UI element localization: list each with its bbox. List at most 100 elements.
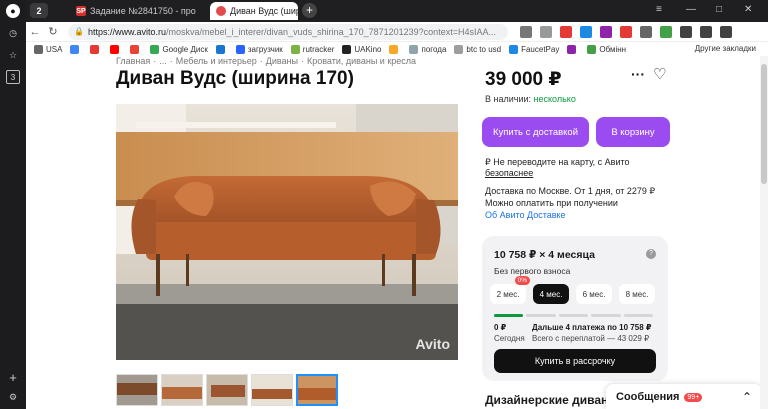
bookmark-item[interactable] xyxy=(130,44,142,54)
tab-count-badge[interactable]: 2 xyxy=(30,3,48,18)
bookmark-icon xyxy=(110,44,120,54)
bookmark-item[interactable]: UAKino xyxy=(342,44,382,54)
photo-thumbnail[interactable] xyxy=(206,374,248,406)
payment-next-value: Дальше 4 платежа по 10 758 ₽ xyxy=(532,323,652,332)
bookmark-item[interactable]: btc to usd xyxy=(454,44,501,54)
term-label: 8 мес. xyxy=(625,289,649,299)
extension-icon[interactable] xyxy=(620,25,632,38)
buy-installment-button[interactable]: Купить в рассрочку xyxy=(494,349,656,373)
reload-icon[interactable]: ↻ xyxy=(44,25,62,38)
payment-today-label: Сегодня xyxy=(494,334,525,343)
extension-icon[interactable] xyxy=(560,25,572,38)
bookmark-item[interactable]: Обмінн xyxy=(587,44,626,54)
back-icon[interactable]: ← xyxy=(26,26,44,38)
installment-term-option[interactable]: 4 мес. xyxy=(533,284,569,304)
installment-term-option[interactable]: 8 мес. xyxy=(619,284,655,304)
photo-thumbnails xyxy=(116,374,341,406)
lock-icon: 🔒 xyxy=(74,27,84,36)
url-field[interactable]: 🔒 https://www.avito.ru /moskva/mebel_i_i… xyxy=(68,23,508,40)
safety-warning: ₽ Не переводите на карту, с Авито xyxy=(485,157,630,167)
messages-widget[interactable]: Сообщения 99+ ⌃ xyxy=(606,384,762,409)
bookmark-icon xyxy=(34,44,43,54)
bookmark-item[interactable] xyxy=(567,44,579,54)
bookmark-label: UAKino xyxy=(354,44,382,54)
avito-delivery-link[interactable]: Об Авито Доставке xyxy=(485,210,566,220)
tab-menu-icon[interactable]: ≡ xyxy=(656,4,662,15)
extension-icon[interactable] xyxy=(640,25,652,38)
tab-label: Задание №2841750 - про xyxy=(90,6,196,16)
breadcrumb-item[interactable]: ... xyxy=(159,56,167,66)
breadcrumb-separator: · xyxy=(153,56,157,66)
extension-icon[interactable] xyxy=(700,25,712,38)
bookmark-item[interactable] xyxy=(389,44,401,54)
breadcrumb-item[interactable]: Мебель и интерьер xyxy=(176,56,257,66)
product-photo[interactable]: Avito xyxy=(116,104,458,360)
extension-icon[interactable] xyxy=(580,25,592,38)
url-host: https://www.avito.ru xyxy=(87,26,166,37)
installment-term-option[interactable]: 2 мес. 0% xyxy=(490,276,530,304)
maximize-icon[interactable]: □ xyxy=(716,4,722,15)
delivery-info: Доставка по Москве. От 1 дня, от 2279 ₽ xyxy=(485,186,656,196)
tabs-count-icon[interactable]: 3 xyxy=(6,70,20,84)
bookmark-icon xyxy=(389,44,399,54)
history-icon[interactable]: ◷ xyxy=(6,26,20,40)
payment-info: Можно оплатить при получении xyxy=(485,198,618,208)
photo-thumbnail-selected[interactable] xyxy=(296,374,338,406)
avito-icon xyxy=(216,6,226,16)
favorite-heart-icon[interactable]: ♡ xyxy=(653,65,666,83)
breadcrumb-separator: · xyxy=(259,56,263,66)
more-options-icon[interactable]: ··· xyxy=(631,66,645,82)
bookmark-item[interactable]: rutracker xyxy=(290,44,335,54)
installment-progress xyxy=(494,314,656,317)
installment-term-option[interactable]: 6 мес. xyxy=(576,284,612,304)
tab-bar: 2 SP Задание №2841750 - про Диван Вудс (… xyxy=(26,0,768,22)
close-window-icon[interactable]: ✕ xyxy=(744,4,752,15)
bookmarks-icon[interactable]: ☆ xyxy=(6,48,20,62)
bookmark-item[interactable] xyxy=(110,44,122,54)
breadcrumb-item[interactable]: Диваны xyxy=(266,56,298,66)
extension-icon[interactable] xyxy=(720,25,732,38)
term-badge: 0% xyxy=(514,276,530,285)
stock-status: В наличии: несколько xyxy=(485,94,576,104)
add-to-cart-button[interactable]: В корзину xyxy=(596,117,670,147)
bookmark-label: rutracker xyxy=(302,44,335,54)
bookmark-item[interactable]: USA xyxy=(34,44,63,54)
bookmark-icon xyxy=(215,44,225,54)
bookmark-item[interactable]: Google Диск xyxy=(150,44,208,54)
bookmark-icon xyxy=(509,44,519,54)
download-icon[interactable] xyxy=(660,25,672,38)
add-panel-icon[interactable]: + xyxy=(6,370,20,385)
bookmark-icon xyxy=(567,44,577,54)
minimize-icon[interactable]: — xyxy=(686,4,696,15)
new-tab-button[interactable]: + xyxy=(302,3,317,18)
menu-icon[interactable] xyxy=(520,25,532,38)
bookmark-label: USA xyxy=(46,44,63,54)
bookmark-item[interactable] xyxy=(90,44,102,54)
bookmark-page-icon[interactable] xyxy=(540,25,552,38)
help-icon[interactable]: ? xyxy=(646,249,656,259)
chevron-up-icon[interactable]: ⌃ xyxy=(742,390,752,404)
page-scrollbar[interactable] xyxy=(760,56,768,409)
bookmark-item[interactable]: загрузчик xyxy=(235,44,283,54)
bookmark-item[interactable]: FaucetPay xyxy=(509,44,559,54)
bookmark-item[interactable] xyxy=(70,44,82,54)
photo-thumbnail[interactable] xyxy=(116,374,158,406)
stock-label: В наличии: xyxy=(485,94,532,104)
safety-warning-link[interactable]: безопаснее xyxy=(485,168,533,178)
profile-icon[interactable]: ● xyxy=(6,4,20,18)
other-bookmarks[interactable]: Другие закладки xyxy=(695,44,756,53)
bookmark-item[interactable] xyxy=(215,44,228,54)
photo-thumbnail[interactable] xyxy=(251,374,293,406)
buy-with-delivery-button[interactable]: Купить с доставкой xyxy=(482,117,589,147)
extension-icon[interactable] xyxy=(680,25,692,38)
breadcrumb-item[interactable]: Главная xyxy=(116,56,150,66)
tab-avito[interactable]: Диван Вудс (ширина 170 ✕ xyxy=(210,2,298,20)
tab-task[interactable]: SP Задание №2841750 - про xyxy=(70,2,204,20)
breadcrumb-item[interactable]: Кровати, диваны и кресла xyxy=(307,56,416,66)
installment-terms: 2 мес. 0% 4 мес. 6 мес. 8 мес. xyxy=(490,276,662,304)
installment-heading: 10 758 ₽ × 4 месяца xyxy=(494,249,595,261)
extension-icon[interactable] xyxy=(600,25,612,38)
bookmark-item[interactable]: погода xyxy=(409,44,446,54)
photo-thumbnail[interactable] xyxy=(161,374,203,406)
settings-icon[interactable]: ⚙ xyxy=(6,390,20,404)
